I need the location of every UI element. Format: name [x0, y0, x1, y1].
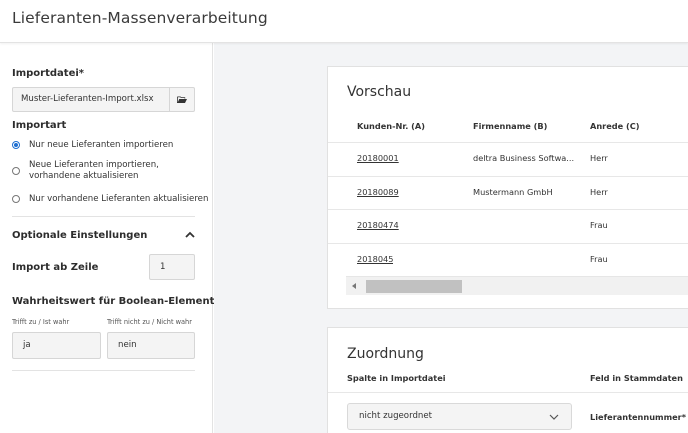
true-value-input[interactable]: ja: [12, 332, 101, 359]
cell-anrede: Herr: [590, 153, 608, 163]
horizontal-scrollbar[interactable]: [346, 276, 688, 295]
row-divider: [328, 243, 688, 244]
browse-file-button[interactable]: [170, 87, 195, 112]
column-mapping-select[interactable]: nicht zugeordnet: [347, 403, 572, 430]
import-file-label: Importdatei*: [12, 68, 85, 79]
boolean-values-label: Wahrheitswert für Boolean-Elemente: [12, 296, 222, 307]
preview-title: Vorschau: [347, 84, 412, 100]
row-divider: [328, 176, 688, 177]
master-field-value: Lieferantennummer*: [590, 412, 686, 422]
cell-firmenname: Mustermann GmbH: [473, 187, 553, 197]
column-header-master-field: Feld in Stammdaten: [590, 373, 683, 383]
cell-anrede: Herr: [590, 187, 608, 197]
false-value-caption: Trifft nicht zu / Nicht wahr: [107, 318, 192, 326]
cell-kunden-nr-link[interactable]: 20180474: [357, 220, 399, 230]
preview-card: Vorschau Kunden-Nr. (A) Firmenname (B) A…: [327, 66, 688, 309]
cell-kunden-nr-link[interactable]: 2018045: [357, 254, 393, 264]
mapping-title: Zuordnung: [347, 346, 424, 362]
column-header-firmenname: Firmenname (B): [473, 121, 548, 131]
row-divider: [328, 392, 688, 393]
divider: [12, 370, 195, 371]
radio-button-checked[interactable]: [12, 141, 20, 149]
row-divider: [328, 142, 688, 143]
radio-option-update-only[interactable]: Nur vorhandene Lieferanten aktualisieren: [12, 194, 208, 205]
scrollbar-thumb[interactable]: [366, 280, 462, 293]
radio-option-new-and-update[interactable]: Neue Lieferanten importieren, vorhandene…: [12, 160, 159, 182]
optional-settings-label: Optionale Einstellungen: [12, 230, 148, 241]
cell-anrede: Frau: [590, 254, 608, 264]
radio-option-label-line2: vorhandene aktualisieren: [29, 171, 139, 181]
column-header-anrede: Anrede (C): [590, 121, 640, 131]
cell-kunden-nr-link[interactable]: 20180089: [357, 187, 399, 197]
radio-button[interactable]: [12, 195, 20, 203]
true-value-caption: Trifft zu / Ist wahr: [12, 318, 70, 326]
chevron-down-icon: [549, 414, 559, 420]
cell-firmenname: deltra Business Softwa...: [473, 153, 575, 163]
radio-option-label: Nur neue Lieferanten importieren: [29, 140, 174, 150]
cell-kunden-nr-link[interactable]: 20180001: [357, 153, 399, 163]
cell-anrede: Frau: [590, 220, 608, 230]
false-value-input[interactable]: nein: [107, 332, 195, 359]
radio-button[interactable]: [12, 167, 20, 175]
top-bar: Lieferanten-Massenverarbeitung: [0, 0, 688, 43]
import-type-label: Importart: [12, 120, 67, 131]
divider: [12, 216, 195, 217]
radio-option-label: Neue Lieferanten importieren, vorhandene…: [29, 160, 159, 182]
import-from-row-input[interactable]: 1: [149, 254, 195, 280]
scroll-left-icon[interactable]: [352, 283, 356, 289]
radio-option-new-only[interactable]: Nur neue Lieferanten importieren: [12, 140, 173, 151]
import-file-field[interactable]: Muster-Lieferanten-Import.xlsx: [12, 87, 170, 112]
column-header-kunden-nr: Kunden-Nr. (A): [357, 121, 426, 131]
chevron-up-icon[interactable]: [185, 231, 195, 238]
radio-option-label-line1: Neue Lieferanten importieren,: [29, 160, 159, 170]
row-divider: [328, 209, 688, 210]
column-mapping-select-value: nicht zugeordnet: [359, 411, 433, 421]
radio-option-label: Nur vorhandene Lieferanten aktualisieren: [29, 194, 209, 204]
column-header-import-column: Spalte in Importdatei: [347, 373, 446, 383]
page-title: Lieferanten-Massenverarbeitung: [12, 9, 268, 27]
folder-open-icon: [177, 96, 187, 103]
import-from-row-label: Import ab Zeile: [12, 262, 99, 273]
